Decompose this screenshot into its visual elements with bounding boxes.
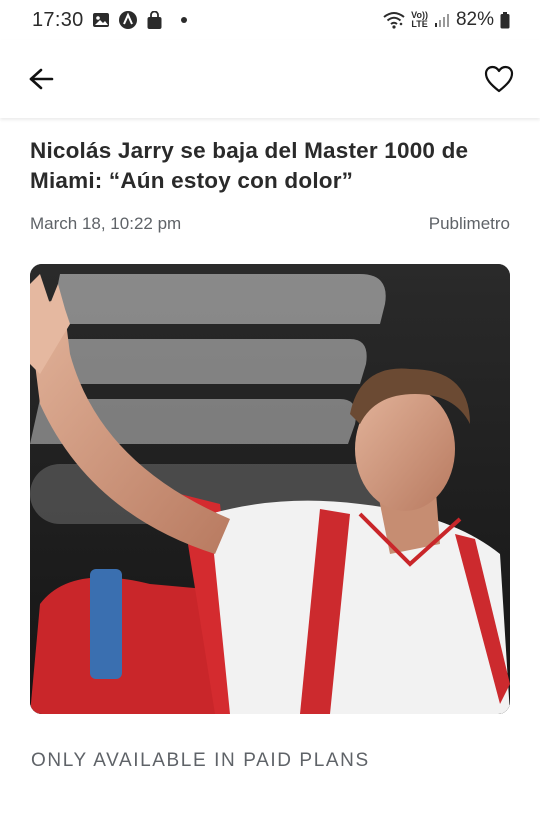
battery-percent: 82%: [455, 9, 494, 30]
status-right: Vo)) LTE 82%: [383, 9, 510, 31]
status-time: 17:30: [32, 8, 84, 31]
status-left: 17:30: [32, 9, 187, 32]
article-meta: March 18, 10:22 pm Publimetro: [30, 214, 510, 234]
app-bar: [0, 40, 540, 118]
paywall-notice: ONLY AVAILABLE IN PAID PLANS: [31, 750, 370, 771]
dot-icon: [180, 17, 187, 23]
article-header: Nicolás Jarry se baja del Master 1000 de…: [30, 136, 510, 234]
arrow-left-icon: [29, 68, 54, 90]
app-icon: [118, 10, 138, 30]
article-image[interactable]: [30, 264, 510, 714]
article-source[interactable]: Publimetro: [429, 214, 510, 234]
wifi-icon: [383, 11, 405, 29]
volte-icon: Vo)) LTE: [411, 11, 428, 29]
volte-bottom-label: LTE: [411, 19, 428, 29]
gallery-icon: [92, 12, 110, 28]
article-title: Nicolás Jarry se baja del Master 1000 de…: [30, 138, 469, 193]
heart-outline-icon: [484, 65, 514, 93]
shopping-bag-icon: [146, 10, 163, 30]
article-date: March 18, 10:22 pm: [30, 214, 182, 233]
favorite-button[interactable]: [484, 64, 514, 94]
back-button[interactable]: [26, 64, 56, 94]
signal-icon: [434, 12, 450, 28]
battery-icon: [500, 11, 510, 29]
status-bar: 17:30 Vo)) LTE 82%: [0, 0, 540, 40]
player-shirt: [210, 500, 510, 714]
